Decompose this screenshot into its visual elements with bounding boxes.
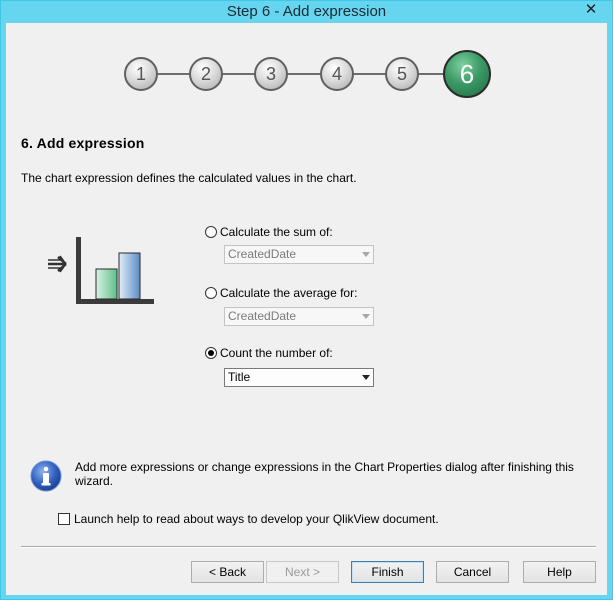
info-message: Add more expressions or change expressio… — [75, 460, 574, 488]
back-button[interactable]: < Back — [191, 561, 264, 583]
step-6-active: 6 — [443, 50, 491, 98]
bar-chart-icon — [48, 237, 154, 304]
close-button[interactable]: ✕ — [576, 1, 606, 21]
option-average[interactable]: Calculate the average for: — [205, 286, 357, 300]
radio-count[interactable] — [205, 347, 217, 359]
button-separator — [21, 546, 596, 548]
option-sum[interactable]: Calculate the sum of: — [205, 225, 333, 239]
finish-button[interactable]: Finish — [351, 561, 424, 583]
average-field-select: CreatedDate — [224, 307, 374, 326]
sum-field-value: CreatedDate — [228, 247, 297, 261]
page-heading: 6. Add expression — [21, 135, 145, 151]
radio-average[interactable] — [205, 287, 217, 299]
count-field-value: Title — [228, 370, 251, 384]
option-sum-label: Calculate the sum of: — [220, 225, 333, 239]
step-5: 5 — [385, 57, 419, 91]
wizard-body: 1 2 3 4 5 6 6. Add expression The chart … — [6, 23, 607, 595]
cancel-button[interactable]: Cancel — [436, 561, 509, 583]
window-title: Step 6 - Add expression — [226, 3, 387, 20]
average-field-value: CreatedDate — [228, 309, 297, 323]
launch-help-label: Launch help to read about ways to develo… — [74, 512, 439, 526]
chevron-down-icon — [362, 252, 370, 257]
page-description: The chart expression defines the calcula… — [21, 171, 357, 185]
launch-help-checkbox[interactable]: Launch help to read about ways to develo… — [58, 512, 439, 526]
step-indicator: 1 2 3 4 5 6 — [6, 23, 607, 123]
step-2: 2 — [189, 57, 223, 91]
close-icon: ✕ — [584, 1, 598, 18]
next-button[interactable]: Next > — [266, 561, 339, 583]
count-field-select[interactable]: Title — [224, 368, 374, 387]
step-1: 1 — [124, 57, 158, 91]
radio-sum[interactable] — [205, 226, 217, 238]
chevron-down-icon — [362, 375, 370, 380]
option-count-label: Count the number of: — [220, 346, 333, 360]
step-4: 4 — [320, 57, 354, 91]
title-bar: Step 6 - Add expression ✕ — [1, 1, 612, 23]
option-count[interactable]: Count the number of: — [205, 346, 333, 360]
info-icon — [30, 460, 62, 492]
help-button[interactable]: Help — [523, 561, 596, 583]
option-average-label: Calculate the average for: — [220, 286, 358, 300]
chevron-down-icon — [362, 314, 370, 319]
sum-field-select: CreatedDate — [224, 245, 374, 264]
wizard-window: Step 6 - Add expression ✕ 1 2 3 4 5 6 6.… — [0, 0, 613, 600]
checkbox-box[interactable] — [58, 513, 70, 525]
step-3: 3 — [254, 57, 288, 91]
